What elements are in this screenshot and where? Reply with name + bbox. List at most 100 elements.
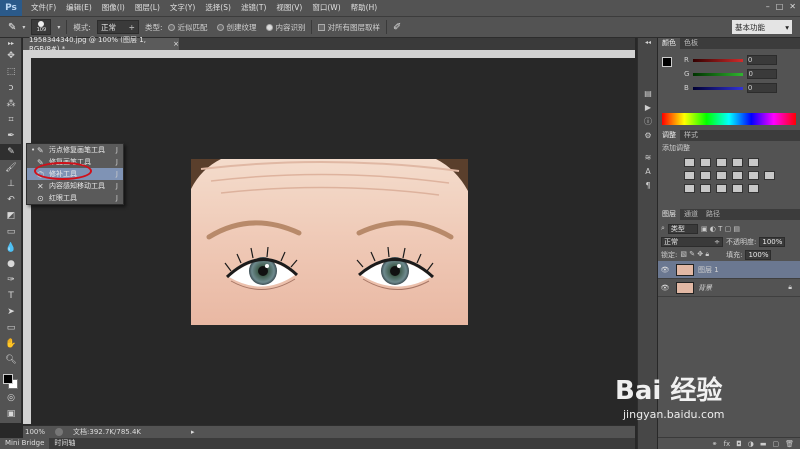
quick-select-tool-icon[interactable]: ⁂ — [0, 96, 22, 112]
invert-icon[interactable] — [684, 184, 695, 193]
gradient-tool-icon[interactable]: ▭ — [0, 224, 22, 240]
brush-size-chevron-icon[interactable]: ▾ — [57, 24, 60, 31]
black-white-icon[interactable] — [716, 171, 727, 180]
lock-options-icons[interactable]: ▧ ✎ ✥ 🔒︎ — [680, 250, 709, 259]
history-panel-icon[interactable]: ▤ — [638, 86, 658, 100]
blue-value-field[interactable]: 0 — [746, 83, 777, 93]
menu-type[interactable]: 文字(Y) — [165, 0, 200, 16]
red-slider[interactable] — [692, 58, 743, 62]
gradient-map-icon[interactable] — [748, 184, 759, 193]
menu-layer[interactable]: 图层(L) — [130, 0, 165, 16]
clone-stamp-tool-icon[interactable]: ⊥ — [0, 176, 22, 192]
eye-icon[interactable]: 👁︎ — [658, 284, 672, 292]
color-balance-icon[interactable] — [700, 171, 711, 180]
layer-kind-select[interactable]: 类型 — [667, 223, 698, 234]
tab-channels[interactable]: 通道 — [680, 209, 702, 220]
lasso-tool-icon[interactable]: ↄ — [0, 80, 22, 96]
crop-tool-icon[interactable]: ⌗ — [0, 112, 22, 128]
selective-color-icon[interactable] — [732, 184, 743, 193]
type-create-texture-radio[interactable]: 创建纹理 — [217, 22, 256, 33]
exposure-icon[interactable] — [732, 158, 743, 167]
hue-saturation-icon[interactable] — [684, 171, 695, 180]
collapse-arrows-icon[interactable]: ▸▸ — [0, 38, 22, 48]
move-tool-icon[interactable]: ✥ — [0, 48, 22, 64]
workspace-select[interactable]: 基本功能 ▾ — [732, 20, 792, 34]
photo-filter-icon[interactable] — [732, 171, 743, 180]
tab-swatches[interactable]: 色板 — [680, 38, 702, 49]
filter-icons[interactable]: ▣ ◐ T ▢ ▤ — [701, 225, 740, 233]
healing-brush-tool-icon[interactable]: ✎ — [8, 22, 16, 33]
threshold-icon[interactable] — [716, 184, 727, 193]
path-select-tool-icon[interactable]: ➤ — [0, 304, 22, 320]
info-panel-icon[interactable]: ⓘ — [638, 114, 658, 128]
close-tab-icon[interactable]: × — [173, 40, 179, 48]
menu-edit[interactable]: 编辑(E) — [61, 0, 97, 16]
tab-mini-bridge[interactable]: Mini Bridge — [0, 438, 50, 449]
color-spectrum[interactable] — [662, 113, 796, 125]
levels-icon[interactable] — [700, 158, 711, 167]
brush-size-picker[interactable]: 109 — [31, 19, 52, 35]
brush-tool-icon[interactable]: 🖌 — [0, 160, 22, 176]
vibrance-icon[interactable] — [748, 158, 759, 167]
hand-tool-icon[interactable]: ✋ — [0, 336, 22, 352]
eyedropper-tool-icon[interactable]: ✒ — [0, 128, 22, 144]
flyout-item-spot-healing-brush[interactable]: • ✎ 污点修复画笔工具 J — [27, 144, 123, 156]
blue-slider[interactable] — [692, 86, 743, 90]
properties-panel-icon[interactable]: ⚙ — [638, 128, 658, 142]
menu-view[interactable]: 视图(V) — [271, 0, 307, 16]
green-slider[interactable] — [693, 72, 744, 76]
type-tool-icon[interactable]: T — [0, 288, 22, 304]
brush-panel-icon[interactable]: ≋ — [638, 150, 658, 164]
tab-adjustments[interactable]: 调整 — [658, 130, 680, 141]
document-image-face[interactable] — [191, 159, 468, 325]
status-info-icon[interactable] — [55, 428, 64, 436]
layer-row[interactable]: 👁︎ 背景 🔒︎ — [658, 279, 800, 297]
status-menu-arrow-icon[interactable]: ▸ — [191, 428, 195, 436]
document-tab[interactable]: 1958344340.jpg @ 100% (图层 1, RGB/8#) * × — [23, 36, 179, 53]
menu-filter[interactable]: 滤镜(T) — [236, 0, 271, 16]
restore-button[interactable]: □ — [776, 2, 784, 11]
tab-color[interactable]: 颜色 — [658, 38, 680, 49]
tab-paths[interactable]: 路径 — [702, 209, 724, 220]
quick-mask-icon[interactable]: ◎ — [0, 390, 22, 406]
zoom-tool-icon[interactable]: 🔍︎ — [0, 352, 22, 368]
menu-file[interactable]: 文件(F) — [26, 0, 61, 16]
tab-styles[interactable]: 样式 — [680, 130, 702, 141]
tab-timeline[interactable]: 时间轴 — [49, 438, 80, 449]
red-value-field[interactable]: 0 — [746, 55, 777, 65]
color-lookup-icon[interactable] — [764, 171, 775, 180]
history-brush-tool-icon[interactable]: ↶ — [0, 192, 22, 208]
marquee-tool-icon[interactable]: ⬚ — [0, 64, 22, 80]
spot-healing-brush-tool-icon[interactable]: ✎ — [0, 144, 22, 160]
collapse-arrows-icon[interactable]: ◂◂ — [638, 38, 658, 46]
flyout-item-red-eye[interactable]: ⊙ 红眼工具 J — [27, 192, 123, 204]
opacity-field[interactable]: 100% — [759, 236, 786, 247]
posterize-icon[interactable] — [700, 184, 711, 193]
mode-select[interactable]: 正常 ÷ — [96, 20, 139, 34]
type-proximity-match-radio[interactable]: 近似匹配 — [168, 22, 207, 33]
menu-window[interactable]: 窗口(W) — [307, 0, 345, 16]
fill-field[interactable]: 100% — [745, 249, 772, 260]
pen-tool-icon[interactable]: ✑ — [0, 272, 22, 288]
channel-mixer-icon[interactable] — [748, 171, 759, 180]
panel-fg-swatch[interactable] — [662, 57, 672, 67]
eye-icon[interactable]: 👁︎ — [658, 266, 672, 274]
flyout-item-content-aware-move[interactable]: ✕ 内容感知移动工具 J — [27, 180, 123, 192]
eraser-tool-icon[interactable]: ◩ — [0, 208, 22, 224]
tab-layers[interactable]: 图层 — [658, 209, 680, 220]
blend-mode-select[interactable]: 正常 ÷ — [661, 236, 723, 247]
curves-icon[interactable] — [716, 158, 727, 167]
menu-help[interactable]: 帮助(H) — [346, 0, 383, 16]
green-value-field[interactable]: 0 — [747, 69, 778, 79]
shape-tool-icon[interactable]: ▭ — [0, 320, 22, 336]
pressure-brush-icon[interactable]: ✐ — [393, 22, 401, 33]
screen-mode-icon[interactable]: ▣ — [0, 406, 22, 422]
brightness-contrast-icon[interactable] — [684, 158, 695, 167]
dodge-tool-icon[interactable]: ● — [0, 256, 22, 272]
foreground-color-swatch[interactable] — [3, 374, 13, 384]
menu-select[interactable]: 选择(S) — [200, 0, 236, 16]
tool-preset-chevron-icon[interactable]: ▾ — [22, 24, 25, 31]
blur-tool-icon[interactable]: 💧 — [0, 240, 22, 256]
sample-all-layers-checkbox[interactable]: 对所有图层取样 — [318, 22, 380, 33]
layer-row[interactable]: 👁︎ 图层 1 — [658, 261, 800, 279]
